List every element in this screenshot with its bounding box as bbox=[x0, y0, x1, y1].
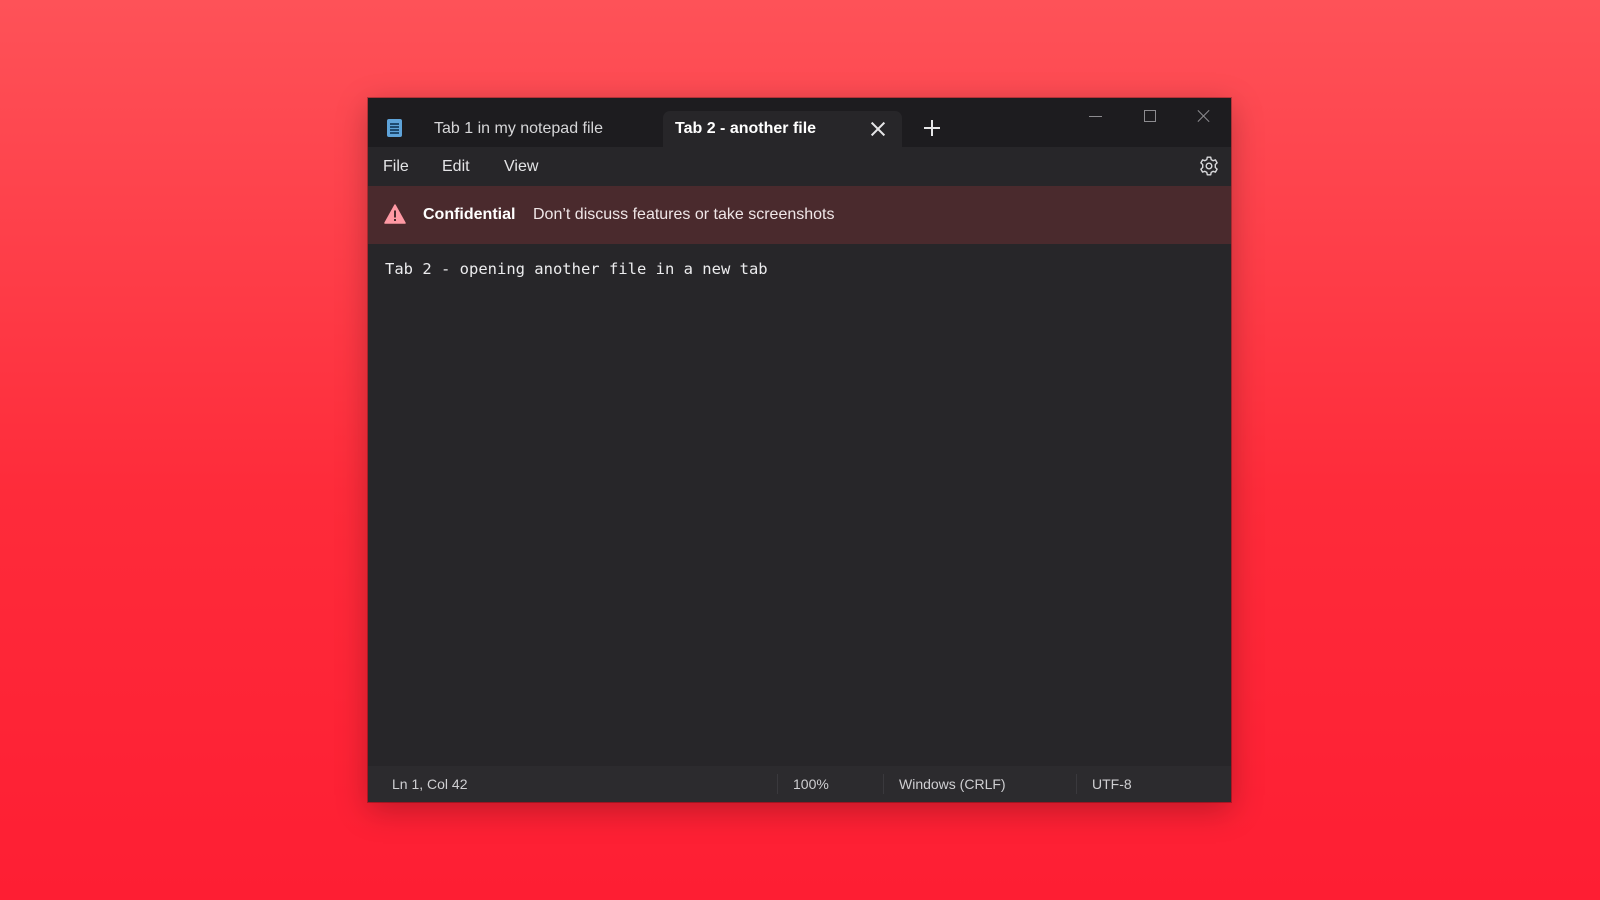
menu-file[interactable]: File bbox=[383, 147, 409, 186]
minimize-button[interactable] bbox=[1076, 104, 1116, 128]
cursor-position[interactable]: Ln 1, Col 42 bbox=[392, 766, 468, 802]
tab-2[interactable]: Tab 2 - another file bbox=[663, 111, 902, 147]
menu-bar: File Edit View bbox=[368, 147, 1231, 186]
close-tab-icon[interactable] bbox=[868, 119, 888, 139]
new-tab-plus-icon[interactable] bbox=[920, 116, 944, 140]
line-ending[interactable]: Windows (CRLF) bbox=[899, 766, 1006, 802]
settings-gear-icon[interactable] bbox=[1197, 154, 1221, 178]
menu-edit[interactable]: Edit bbox=[442, 147, 470, 186]
maximize-button[interactable] bbox=[1130, 104, 1170, 128]
banner-message: Don’t discuss features or take screensho… bbox=[533, 206, 835, 223]
banner-title: Confidential bbox=[423, 206, 516, 223]
encoding[interactable]: UTF-8 bbox=[1092, 766, 1132, 802]
menu-view[interactable]: View bbox=[504, 147, 538, 186]
zoom-level[interactable]: 100% bbox=[793, 766, 829, 802]
editor-content[interactable]: Tab 2 - opening another file in a new ta… bbox=[385, 260, 768, 278]
tab-1[interactable]: Tab 1 in my notepad file bbox=[421, 111, 649, 147]
notepad-window: Tab 1 in my notepad file Tab 2 - another… bbox=[368, 98, 1231, 802]
warning-icon bbox=[384, 204, 406, 224]
confidential-banner: Confidential Don’t discuss features or t… bbox=[368, 186, 1231, 244]
status-divider bbox=[1076, 774, 1077, 794]
notepad-icon bbox=[387, 119, 402, 137]
tab-2-label: Tab 2 - another file bbox=[675, 120, 817, 137]
status-divider bbox=[777, 774, 778, 794]
tab-1-label: Tab 1 in my notepad file bbox=[434, 120, 603, 137]
text-editor-area[interactable]: Tab 2 - opening another file in a new ta… bbox=[368, 244, 1231, 766]
status-bar: Ln 1, Col 42 100% Windows (CRLF) UTF-8 bbox=[368, 766, 1231, 802]
status-divider bbox=[883, 774, 884, 794]
title-bar[interactable]: Tab 1 in my notepad file Tab 2 - another… bbox=[368, 98, 1231, 147]
close-window-button[interactable] bbox=[1184, 104, 1224, 128]
